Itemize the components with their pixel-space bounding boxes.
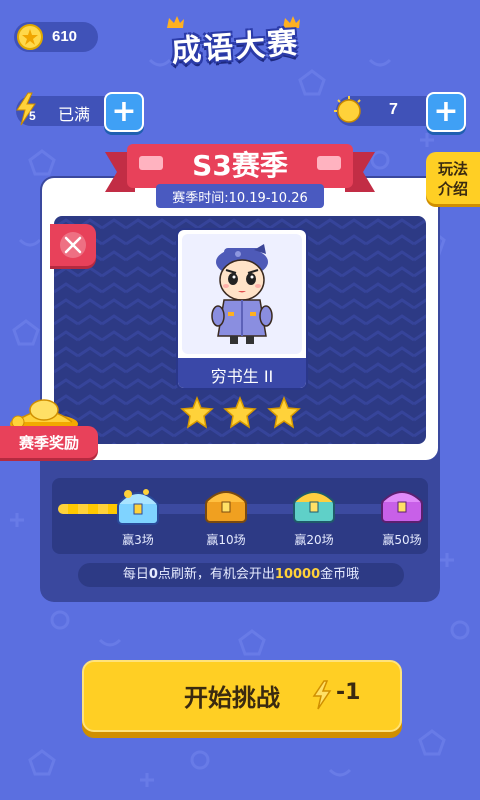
energy-status: 已满: [58, 107, 91, 124]
coin-icon: [17, 24, 43, 50]
notice-zero: 0: [148, 567, 158, 582]
bulb-icon: [334, 96, 361, 123]
start-challenge-cost: -1: [336, 680, 361, 705]
season-time-strip: 赛季时间:10.19-10.26: [156, 184, 324, 208]
start-challenge-label: 开始挑战: [184, 684, 280, 712]
rank-character-card: 穷书生 II: [176, 228, 308, 390]
coin-counter: 610: [14, 22, 98, 52]
season-reward-label-bg: 赛季奖励: [0, 426, 98, 458]
add-energy-button[interactable]: +: [104, 92, 144, 132]
notice-middle: 点刷新，有机会开出: [157, 567, 275, 582]
rank-title: 穷书生 II: [210, 367, 274, 386]
energy-count: 5: [29, 109, 36, 123]
star-icon: [180, 396, 214, 429]
star-icon: [223, 396, 257, 429]
add-hint-button[interactable]: +: [426, 92, 466, 132]
crossed-swords-icon: [60, 232, 86, 258]
chest-label: 赢3场: [122, 533, 154, 547]
coin-count: 610: [52, 28, 78, 45]
chest-blue-icon[interactable]: [114, 484, 162, 528]
chest-label: 赢50场: [382, 533, 422, 547]
chest-purple-icon[interactable]: [378, 482, 426, 526]
chest-teal-icon[interactable]: [290, 482, 338, 526]
character-portrait-area: [182, 234, 302, 354]
lightning-icon: [312, 680, 332, 710]
notice-suffix: 金币哦: [320, 567, 360, 582]
chest-label: 赢20场: [294, 533, 334, 547]
season-reward-button[interactable]: 赛季奖励: [0, 396, 100, 462]
chest-gold-icon[interactable]: [202, 482, 250, 526]
season-title: S3赛季: [192, 149, 288, 182]
star-icon: [267, 396, 301, 429]
daily-refresh-notice: 每日0点刷新，有机会开出10000金币哦: [78, 563, 404, 587]
start-challenge-button[interactable]: 开始挑战 -1: [82, 660, 402, 732]
notice-prefix: 每日: [122, 567, 149, 582]
rules-button[interactable]: 玩法 介绍: [426, 152, 480, 204]
rules-label-line1: 玩法: [437, 160, 468, 178]
notice-amount: 10000: [274, 567, 321, 582]
rank-title-bar: 穷书生 II: [178, 358, 306, 388]
season-reward-label: 赛季奖励: [18, 434, 79, 452]
chest-label: 赢10场: [206, 533, 246, 547]
season-time: 赛季时间:10.19-10.26: [172, 191, 308, 206]
scholar-character-avatar: [211, 244, 273, 344]
game-title: 成语大赛: [170, 25, 301, 70]
battle-mode-badge[interactable]: [50, 224, 96, 266]
rules-label-line2: 介绍: [437, 180, 468, 198]
hint-count: 7: [389, 101, 398, 118]
game-title-logo: 成语大赛: [165, 14, 325, 69]
